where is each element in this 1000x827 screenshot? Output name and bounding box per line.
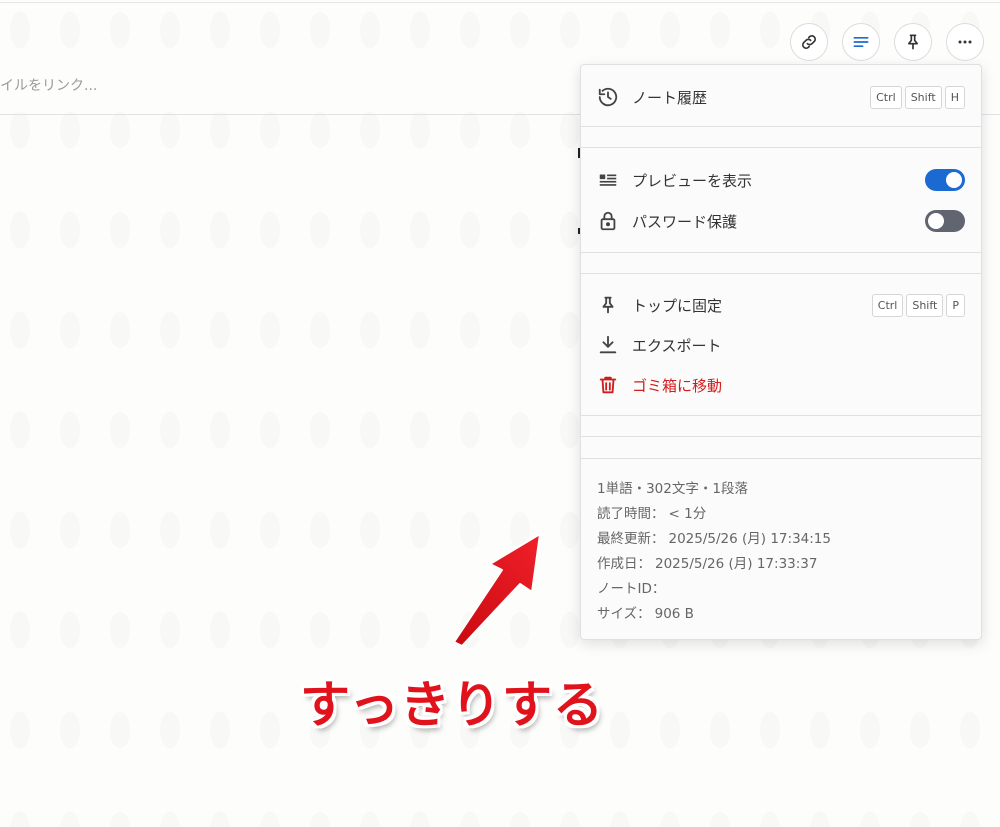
kbd-key: P [946, 293, 965, 317]
menu-item-history[interactable]: ノート履歴 Ctrl Shift H [581, 77, 981, 117]
lines-icon [853, 37, 869, 48]
download-icon [597, 334, 619, 356]
shortcut-keys: Ctrl Shift H [870, 85, 965, 109]
note-size: サイズ： 906 B [597, 602, 831, 627]
menu-item-label: パスワード保護 [632, 212, 738, 231]
link-placeholder[interactable]: イルをリンク... [0, 75, 97, 95]
annotation-arrow [453, 533, 541, 647]
info-value: 2025/5/26 (月) 17:34:15 [668, 531, 831, 547]
info-key: 最終更新： [597, 531, 665, 547]
link-button[interactable] [790, 23, 828, 61]
top-border [0, 2, 1000, 3]
menu-item-label: エクスポート [632, 336, 722, 355]
menu-item-export[interactable]: エクスポート [581, 325, 981, 365]
menu-separator [581, 415, 981, 416]
menu-item-label: ノート履歴 [632, 88, 708, 107]
lock-icon [597, 210, 619, 232]
created-time: 作成日： 2025/5/26 (月) 17:33:37 [597, 552, 831, 577]
note-info: 1単語・302文字・1段落 読了時間： < 1分 最終更新： 2025/5/26 (… [597, 477, 831, 627]
menu-item-password[interactable]: パスワード保護 [581, 201, 981, 241]
read-time: 読了時間： < 1分 [597, 502, 831, 527]
pin-button[interactable] [894, 23, 932, 61]
preview-icon [597, 169, 619, 191]
pin-icon [597, 294, 619, 316]
info-key: 作成日： [597, 556, 651, 572]
link-icon [802, 35, 816, 49]
kbd-key: Ctrl [871, 293, 904, 317]
menu-item-preview[interactable]: プレビューを表示 [581, 160, 981, 200]
info-key: 読了時間： [597, 506, 665, 522]
kbd-key: Ctrl [870, 85, 902, 109]
info-value: 906 B [654, 606, 694, 622]
kbd-key: Shift [906, 293, 944, 317]
annotation-caption: すっきりする [300, 676, 604, 734]
info-key: サイズ： [597, 606, 651, 622]
menu-separator [581, 126, 981, 127]
preview-toggle[interactable] [925, 169, 965, 191]
shortcut-keys: Ctrl Shift P [871, 293, 965, 317]
menu-separator [581, 436, 981, 437]
menu-separator [581, 147, 981, 148]
info-value: 2025/5/26 (月) 17:33:37 [655, 556, 818, 572]
more-button[interactable] [946, 23, 984, 61]
menu-item-pin[interactable]: トップに固定 Ctrl Shift P [581, 285, 981, 325]
updated-time: 最終更新： 2025/5/26 (月) 17:34:15 [597, 527, 831, 552]
menu-item-label: トップに固定 [632, 296, 723, 315]
trash-icon [597, 374, 619, 396]
note-stats: 1単語・302文字・1段落 [597, 481, 748, 497]
info-value: < 1分 [668, 506, 707, 522]
more-icon [958, 40, 972, 44]
menu-item-label: プレビューを表示 [632, 171, 753, 190]
note-toolbar [790, 23, 984, 61]
info-key: ノートID： [597, 581, 666, 597]
menu-item-label: ゴミ箱に移動 [632, 376, 723, 395]
menu-separator [581, 252, 981, 253]
outline-button[interactable] [842, 23, 880, 61]
pin-icon [908, 34, 918, 50]
note-options-menu: ノート履歴 Ctrl Shift H プレビューを表示 パスワード保護 トップに… [580, 64, 982, 640]
menu-item-trash[interactable]: ゴミ箱に移動 [581, 365, 981, 405]
kbd-key: Shift [904, 85, 942, 109]
menu-separator [581, 458, 981, 459]
menu-separator [581, 273, 981, 274]
note-id: ノートID： [597, 577, 831, 602]
password-toggle[interactable] [925, 210, 965, 232]
history-icon [597, 86, 619, 108]
kbd-key: H [944, 85, 965, 109]
